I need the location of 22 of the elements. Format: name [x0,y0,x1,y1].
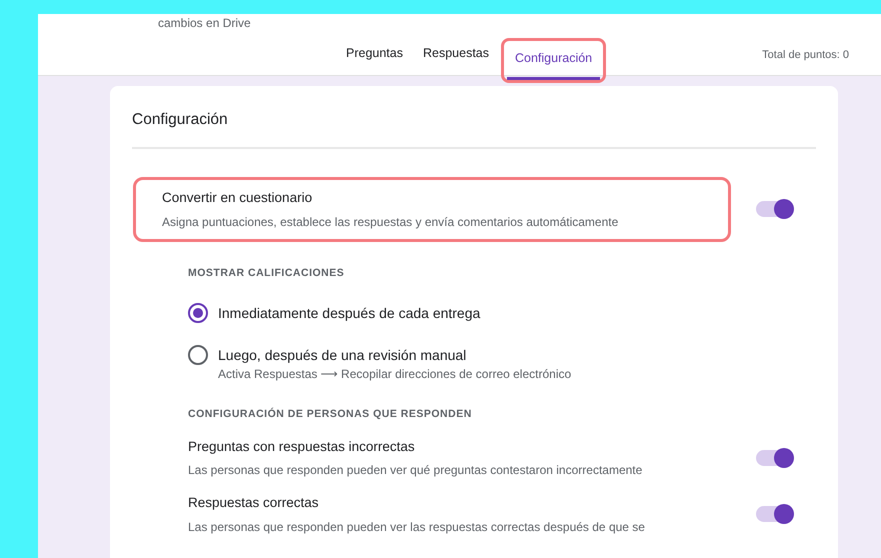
option-hint: Activa Respuestas ⟶ Recopilar direcciones de correo electrónico [218,366,572,384]
option-label: Inmediatamente después de cada entrega [218,304,480,324]
setting-description: Asigna puntuaciones, establece las respuestas y envía comentarios automáticamente [162,214,620,230]
setting-label: Convertir en cuestionario [162,189,314,208]
setting-description: Las personas que responden pueden ver las respuestas correctas después de que se [188,518,645,536]
toggle-switch[interactable] [756,506,792,522]
toggle-switch[interactable] [756,201,792,218]
total-points: Total de puntos: 0 [762,48,849,62]
section-heading: MOSTRAR CALIFICACIONES [188,266,346,280]
tab[interactable]: Configuración [507,43,600,80]
section-heading: CONFIGURACIÓN DE PERSONAS QUE RESPONDEN [188,407,473,422]
form-subtitle: cambios en Drive [158,15,251,32]
toggle-switch[interactable] [756,450,792,466]
option-label: Luego, después de una revisión manual [218,346,468,366]
radio-button[interactable] [188,345,208,366]
radio-button[interactable] [188,303,208,324]
tab[interactable]: Respuestas [414,38,497,75]
tab[interactable]: Preguntas [338,38,411,75]
setting-label: Respuestas correctas [188,494,320,512]
card-title: Configuración [132,108,816,150]
setting-label: Preguntas con respuestas incorrectas [188,438,416,456]
setting-description: Las personas que responden pueden ver qué preguntas contestaron incorrectamente [188,462,642,480]
